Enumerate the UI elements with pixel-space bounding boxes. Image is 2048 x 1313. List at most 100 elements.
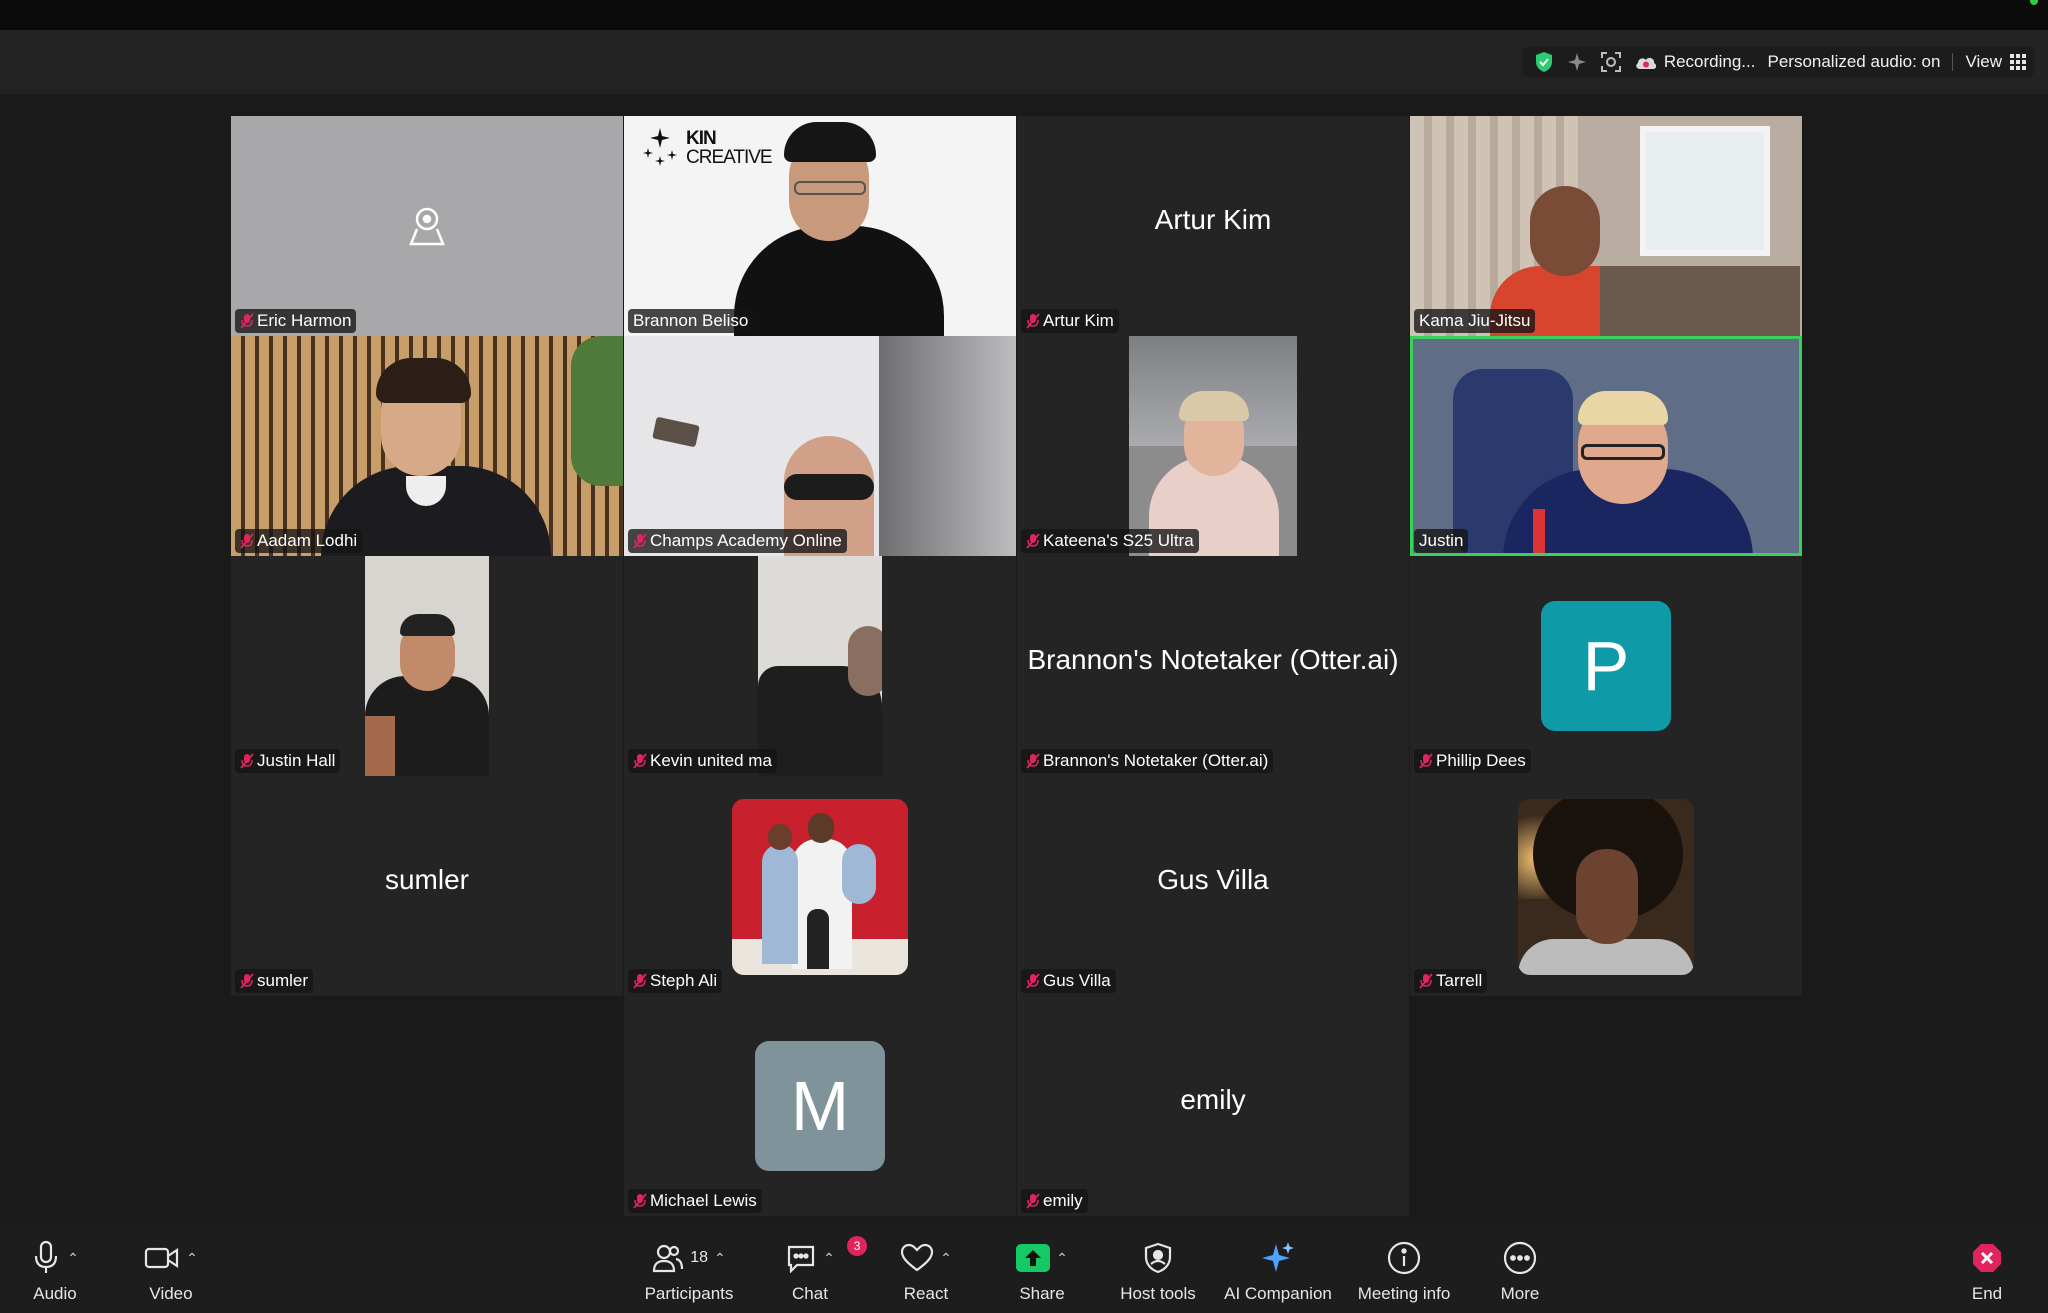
react-button[interactable]: ⌃ React (871, 1238, 981, 1304)
participant-name: Steph Ali (650, 971, 718, 990)
participant-video (365, 556, 489, 776)
participant-name: Michael Lewis (650, 1191, 757, 1210)
chat-unread-badge: 3 (847, 1236, 868, 1256)
ai-companion-label: AI Companion (1224, 1284, 1332, 1303)
encryption-shield-icon[interactable] (1534, 51, 1554, 73)
participant-tile-kateenas-s25-ultra[interactable]: Kateena's S25 Ultra (1017, 336, 1409, 556)
recording-indicator[interactable]: Recording... (1634, 52, 1756, 72)
participant-name: Justin (1419, 531, 1464, 550)
participant-nametag: Justin Hall (235, 749, 341, 773)
heart-icon (901, 1243, 934, 1272)
participant-name: Kevin united ma (650, 751, 772, 770)
meeting-toolbar: ⌃ Audio ⌃ Video 18 ⌃ Participants ⌃ 3 Ch… (0, 1224, 2048, 1313)
muted-mic-icon (633, 973, 647, 989)
ai-companion-button[interactable]: AI Companion (1213, 1238, 1343, 1304)
participant-name: emily (1043, 1191, 1083, 1210)
participant-tile-brannon-beliso[interactable]: KIN CREATIVE Brannon Beliso (624, 116, 1016, 336)
video-button[interactable]: ⌃ Video (116, 1238, 226, 1304)
recording-label: Recording... (1663, 52, 1756, 71)
host-tools-button[interactable]: Host tools (1103, 1238, 1213, 1304)
participant-nametag: Brannon Beliso (628, 309, 754, 333)
participant-display-name: Brannon's Notetaker (Otter.ai) (1027, 644, 1399, 675)
host-tools-label: Host tools (1120, 1284, 1196, 1303)
participant-tile-michael-lewis[interactable]: M Michael Lewis (624, 996, 1016, 1216)
participant-display-name: emily (1180, 1084, 1246, 1115)
participant-display-name: Gus Villa (1157, 864, 1269, 895)
participant-name: Phillip Dees (1436, 751, 1526, 770)
end-meeting-button[interactable]: End (1932, 1238, 2042, 1304)
share-options-chevron-icon[interactable]: ⌃ (1056, 1250, 1068, 1267)
avatar: P (1541, 601, 1671, 731)
participant-name: Brannon's Notetaker (Otter.ai) (1043, 751, 1269, 770)
participant-tile-artur-kim[interactable]: Artur Kim Artur Kim (1017, 116, 1409, 336)
ai-sparkle-icon[interactable] (1566, 51, 1588, 73)
participant-video (758, 556, 882, 776)
react-label: React (903, 1284, 949, 1303)
muted-mic-icon (240, 973, 254, 989)
participant-name: Kateena's S25 Ultra (1043, 531, 1194, 550)
focus-frame-icon[interactable] (1600, 51, 1622, 73)
more-button[interactable]: More (1465, 1238, 1575, 1304)
video-options-chevron-icon[interactable]: ⌃ (186, 1250, 198, 1267)
meeting-info-button[interactable]: Meeting info (1349, 1238, 1459, 1304)
participants-options-chevron-icon[interactable]: ⌃ (714, 1250, 726, 1267)
participant-tile-justin[interactable]: Justin (1410, 336, 1802, 556)
participant-nametag: sumler (235, 969, 314, 993)
window-top-bar (0, 0, 2048, 30)
participant-tile-emily[interactable]: emily emily (1017, 996, 1409, 1216)
participant-nametag: Justin (1414, 529, 1469, 553)
participant-tile-steph-ali[interactable]: Steph Ali (624, 776, 1016, 996)
muted-mic-icon (240, 753, 254, 769)
participant-nametag: Brannon's Notetaker (Otter.ai) (1021, 749, 1274, 773)
share-button[interactable]: ⌃ Share (987, 1238, 1097, 1304)
participant-name: sumler (257, 971, 309, 990)
participant-nametag: Kevin united ma (628, 749, 777, 773)
participant-tile-eric-harmon[interactable]: Eric Harmon (231, 116, 623, 336)
chat-options-chevron-icon[interactable]: ⌃ (823, 1250, 835, 1267)
muted-mic-icon (240, 313, 254, 329)
more-label: More (1500, 1284, 1540, 1303)
react-options-chevron-icon[interactable]: ⌃ (940, 1250, 952, 1267)
cloud-record-icon (1636, 57, 1656, 69)
share-screen-icon (1016, 1244, 1051, 1272)
camera-indicator (2030, 0, 2038, 5)
participant-tile-aadam-lodhi[interactable]: Aadam Lodhi (231, 336, 623, 556)
participant-tile-justin-hall[interactable]: Justin Hall (231, 556, 623, 776)
participant-display-name: sumler (384, 864, 469, 895)
participant-video (1413, 339, 1799, 553)
audio-button[interactable]: ⌃ Audio (0, 1238, 110, 1304)
participant-tile-phillip-dees[interactable]: P Phillip Dees (1410, 556, 1802, 776)
grid-view-icon (2010, 54, 2026, 70)
participant-tile-brannons-notetaker[interactable]: Brannon's Notetaker (Otter.ai) Brannon's… (1017, 556, 1409, 776)
participants-button[interactable]: 18 ⌃ Participants (614, 1238, 764, 1304)
view-button[interactable]: View (1965, 52, 2026, 72)
participant-tile-kama-jiu-jitsu[interactable]: Kama Jiu-Jitsu (1410, 116, 1802, 336)
audio-options-chevron-icon[interactable]: ⌃ (67, 1250, 79, 1267)
muted-mic-icon (1026, 1193, 1040, 1209)
participant-name: Kama Jiu-Jitsu (1419, 311, 1531, 330)
participant-tile-tarrell[interactable]: Tarrell (1410, 776, 1802, 996)
participant-tile-sumler[interactable]: sumler sumler (231, 776, 623, 996)
participant-video (624, 336, 1016, 556)
divider (1952, 53, 1954, 71)
participant-tile-champs-academy-online[interactable]: Champs Academy Online (624, 336, 1016, 556)
participant-name: Artur Kim (1043, 311, 1114, 330)
meeting-info-label: Meeting info (1357, 1284, 1451, 1303)
personalized-audio-label[interactable]: Personalized audio: on (1767, 52, 1940, 72)
video-gallery: Eric Harmon KIN CREATIVE Brannon Beliso … (0, 94, 2048, 1224)
avatar: M (755, 1041, 885, 1171)
participant-tile-kevin-united-ma[interactable]: Kevin united ma (624, 556, 1016, 776)
participant-name: Brannon Beliso (633, 311, 749, 330)
muted-mic-icon (633, 753, 647, 769)
muted-mic-icon (1026, 973, 1040, 989)
participant-nametag: emily (1021, 1189, 1088, 1213)
muted-mic-icon (633, 1193, 647, 1209)
participant-nametag: Artur Kim (1021, 309, 1119, 333)
participant-nametag: Kama Jiu-Jitsu (1414, 309, 1536, 333)
participants-count: 18 (690, 1249, 709, 1266)
share-label: Share (1019, 1284, 1065, 1303)
participant-nametag: Gus Villa (1021, 969, 1116, 993)
chat-button[interactable]: ⌃ 3 Chat (755, 1236, 868, 1304)
participant-tile-gus-villa[interactable]: Gus Villa Gus Villa (1017, 776, 1409, 996)
muted-mic-icon (1026, 753, 1040, 769)
